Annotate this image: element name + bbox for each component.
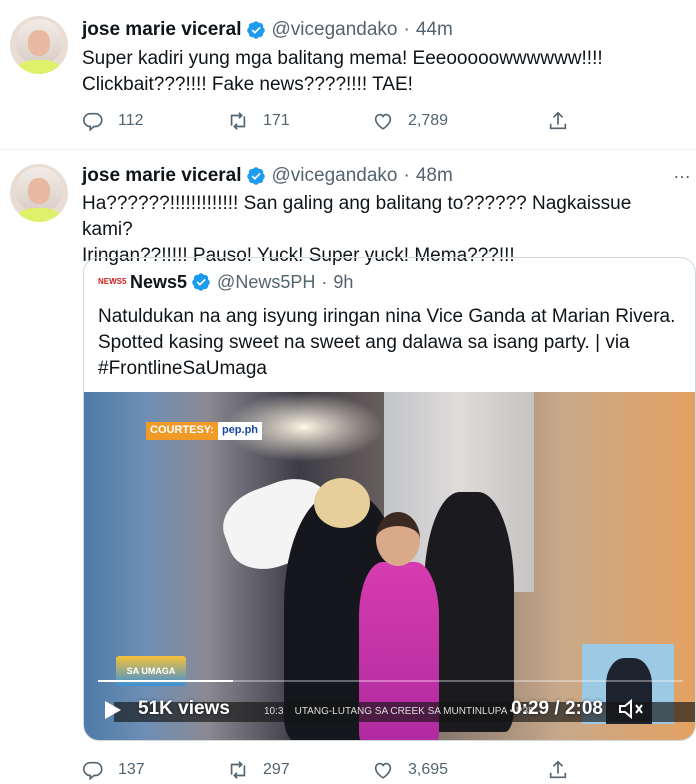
heart-icon (374, 762, 392, 779)
verified-icon (246, 21, 265, 39)
reply-icon (83, 112, 103, 132)
retweet-count: 171 (263, 112, 290, 129)
video-player[interactable]: COURTESY: pep.ph SA UMAGA 10:3 UTANG-LUT… (84, 392, 695, 740)
tweet-text-line: Ha??????!!!!!!!!!!!!! San galing ang bal… (82, 193, 632, 240)
news5-logo: NEWS5 (98, 277, 127, 286)
author-name[interactable]: jose marie viceral (82, 165, 242, 187)
timestamp[interactable]: 48m (416, 165, 453, 187)
quoted-timestamp[interactable]: 9h (333, 272, 353, 293)
quoted-author-name[interactable]: News5 (130, 272, 187, 293)
reply-count: 112 (118, 112, 144, 129)
separator-dot: · (403, 19, 410, 40)
avatar[interactable] (10, 164, 68, 222)
tweet-text-line: Clickbait???!!!! Fake news????!!!! TAE! (82, 74, 413, 95)
share-icon (549, 760, 567, 779)
video-progress-fill (98, 680, 233, 682)
tweet-actions: 137 297 3,695 (82, 758, 642, 782)
video-frame-person (376, 512, 420, 566)
quoted-tweet-text: Natuldukan na ang isyung iringan nina Vi… (98, 304, 683, 382)
tweet-text: Super kadiri yung mga balitang mema! Eee… (82, 46, 682, 98)
separator-dot: · (403, 165, 410, 186)
tweet[interactable]: jose marie viceral @vicegandako · 44m Su… (0, 0, 696, 150)
reply-icon (83, 761, 103, 781)
share-button[interactable] (547, 759, 583, 781)
tweet[interactable]: jose marie viceral @vicegandako · 48m … … (0, 150, 696, 784)
timestamp[interactable]: 44m (416, 19, 453, 41)
heart-icon (374, 113, 392, 130)
quoted-text-line: Spotted kasing sweet na sweet ang dalawa… (98, 332, 630, 353)
retweet-icon (230, 761, 246, 779)
tweet-header: jose marie viceral @vicegandako · 44m (82, 18, 453, 42)
author-handle[interactable]: @vicegandako (272, 19, 398, 41)
courtesy-tag: COURTESY: pep.ph (146, 422, 263, 440)
share-button[interactable] (547, 110, 583, 132)
quoted-tweet-header: NEWS5 News5 @News5PH · 9h (98, 270, 353, 294)
share-icon (549, 111, 567, 130)
courtesy-source: pep.ph (217, 422, 263, 440)
reply-button[interactable]: 112 (82, 110, 227, 132)
retweet-icon (230, 112, 246, 130)
verified-icon (246, 167, 265, 185)
reply-count: 137 (118, 761, 145, 778)
separator-dot: · (321, 271, 328, 292)
tweet-text-line: Super kadiri yung mga balitang mema! Eee… (82, 48, 603, 69)
like-button[interactable]: 3,695 (372, 759, 547, 781)
hashtag-link[interactable]: #FrontlineSaUmaga (98, 356, 683, 382)
like-count: 3,695 (408, 761, 449, 778)
quoted-author-handle[interactable]: @News5PH (217, 272, 315, 293)
retweet-count: 297 (263, 761, 290, 778)
author-handle[interactable]: @vicegandako (272, 165, 398, 187)
volume-icon[interactable] (617, 697, 645, 721)
tweet-header: jose marie viceral @vicegandako · 48m (82, 164, 688, 188)
like-count: 2,789 (408, 112, 449, 129)
author-name[interactable]: jose marie viceral (82, 19, 242, 41)
play-icon[interactable] (104, 700, 122, 720)
video-progress-bar[interactable] (98, 680, 683, 682)
retweet-button[interactable]: 297 (227, 759, 372, 781)
quoted-tweet[interactable]: NEWS5 News5 @News5PH · 9h Natuldukan na … (83, 257, 696, 741)
courtesy-label: COURTESY: (146, 422, 218, 440)
video-timecode: 0:29 / 2:08 (511, 698, 603, 719)
more-options-icon[interactable]: … (673, 162, 692, 183)
ticker-text: UTANG-LUTANG SA CREEK SA MUNTINLUPA • P3… (294, 706, 534, 717)
reply-button[interactable]: 137 (82, 759, 227, 781)
video-frame-person (314, 478, 370, 528)
avatar[interactable] (10, 16, 68, 74)
retweet-button[interactable]: 171 (227, 110, 372, 132)
ticker-time: 10:3 (264, 706, 284, 717)
like-button[interactable]: 2,789 (372, 110, 547, 132)
tweet-actions: 112 171 2,789 (82, 109, 642, 133)
verified-icon (192, 273, 210, 291)
video-views: 51K views (138, 698, 230, 719)
quoted-text-line: Natuldukan na ang isyung iringan nina Vi… (98, 306, 676, 327)
